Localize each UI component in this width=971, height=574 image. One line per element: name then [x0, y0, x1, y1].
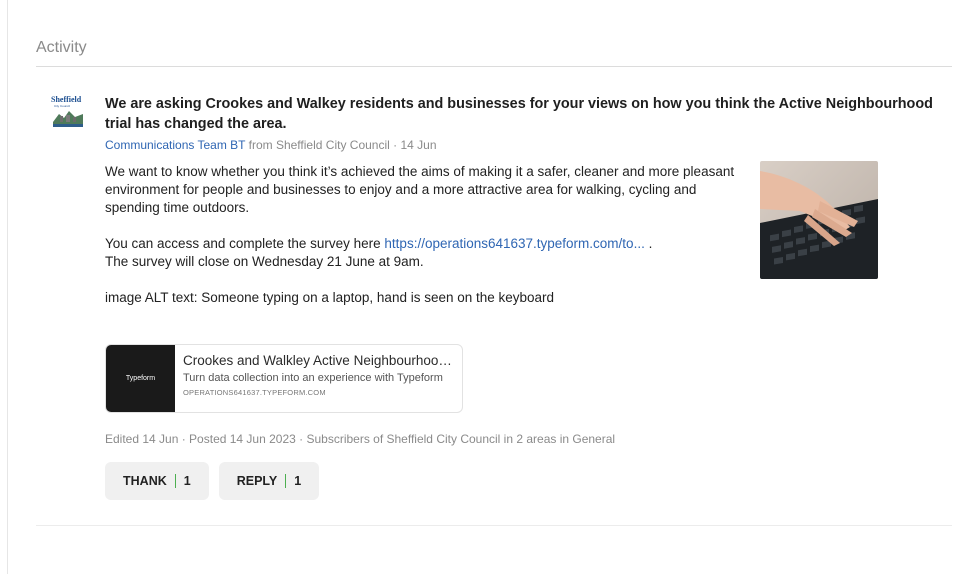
avatar-name: Sheffield: [51, 95, 82, 104]
link-preview-text: Crookes and Walkley Active Neighbourhood…: [183, 352, 458, 399]
post-footer: Edited 14 Jun · Posted 14 Jun 2023 · Sub…: [105, 432, 616, 446]
thank-label: THANK: [123, 474, 167, 488]
post-body: We want to know whether you think it’s a…: [105, 163, 735, 307]
reply-button[interactable]: REPLY 1: [218, 462, 320, 500]
survey-close-text: The survey will close on Wednesday 21 Ju…: [105, 254, 424, 269]
body-paragraph-2: You can access and complete the survey h…: [105, 235, 735, 271]
reply-label: REPLY: [236, 474, 278, 488]
section-header: Activity: [36, 38, 952, 67]
post-title[interactable]: We are asking Crookes and Walkey residen…: [105, 94, 945, 134]
typeform-logo: Typeform: [106, 345, 175, 412]
thank-separator: [174, 474, 176, 488]
post-meta: Communications Team BT from Sheffield Ci…: [105, 137, 945, 153]
post-content: We are asking Crookes and Walkey residen…: [105, 94, 945, 500]
body-paragraph-1: We want to know whether you think it’s a…: [105, 164, 735, 215]
typeform-logo-text: Typeform: [125, 375, 156, 382]
post-source-date: from Sheffield City Council · 14 Jun: [248, 138, 437, 152]
left-border: [7, 0, 8, 574]
post-actions: THANK 1 REPLY 1: [105, 462, 320, 500]
thank-count: 1: [183, 474, 191, 488]
link-preview-title: Crookes and Walkley Active Neighbourhood…: [183, 353, 458, 368]
section-title: Activity: [36, 39, 87, 56]
link-preview-description: Turn data collection into an experience …: [183, 372, 443, 384]
survey-link-suffix: .: [644, 236, 653, 251]
post-image[interactable]: [760, 161, 878, 279]
bottom-divider: [36, 525, 952, 526]
survey-link[interactable]: https://operations641637.typeform.com/to…: [384, 236, 644, 251]
avatar[interactable]: Sheffield City Council: [50, 94, 86, 130]
link-preview-domain: OPERATIONS641637.TYPEFORM.COM: [183, 388, 326, 397]
avatar-subtitle: City Council: [54, 104, 71, 108]
thank-button[interactable]: THANK 1: [105, 462, 209, 500]
alt-text-paragraph: image ALT text: Someone typing on a lapt…: [105, 290, 555, 305]
reply-count: 1: [294, 474, 302, 488]
reply-separator: [285, 474, 287, 488]
author-link[interactable]: Communications Team BT: [105, 138, 245, 152]
laptop-typing-photo-icon: [760, 161, 878, 279]
survey-intro-text: You can access and complete the survey h…: [105, 236, 385, 251]
link-preview-card[interactable]: Typeform Crookes and Walkley Active Neig…: [105, 344, 463, 413]
